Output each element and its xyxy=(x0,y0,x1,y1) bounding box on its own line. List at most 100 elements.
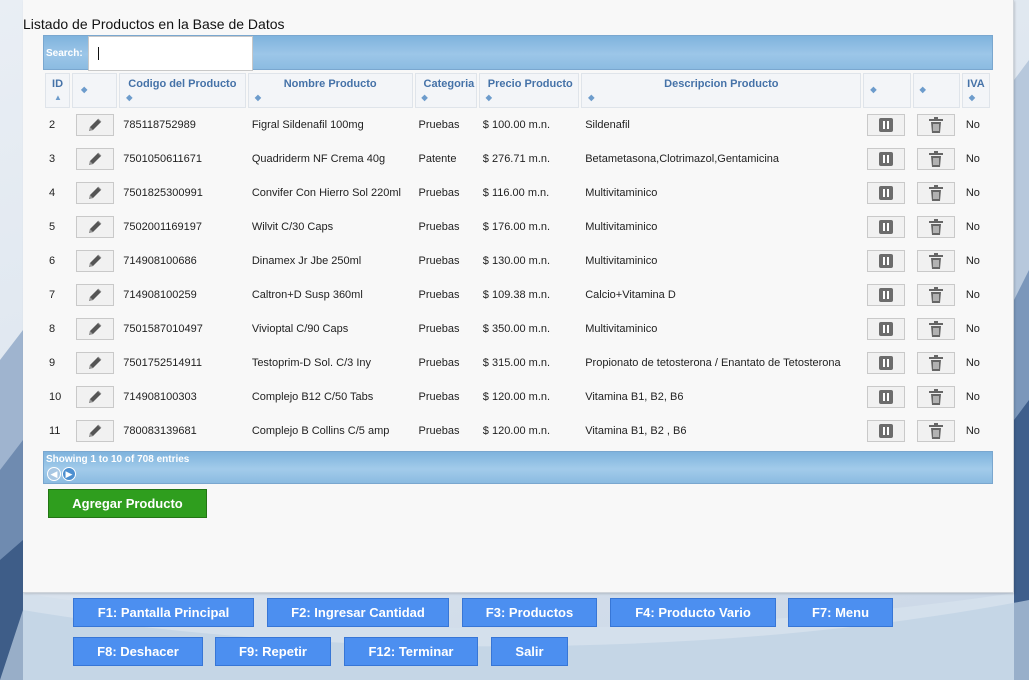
cell-id: 7 xyxy=(49,289,56,301)
pause-button[interactable] xyxy=(867,420,906,442)
cell-edit xyxy=(72,346,117,380)
cell-pause xyxy=(863,244,910,278)
edit-button[interactable] xyxy=(76,148,115,170)
sort-icon: ◆ xyxy=(254,93,261,102)
cell-nombre: Complejo B12 C/50 Tabs xyxy=(251,391,374,403)
pause-button[interactable] xyxy=(867,284,906,306)
cell-nombre: Figral Sildenafil 100mg xyxy=(251,119,364,131)
edit-button[interactable] xyxy=(76,250,115,272)
col-header-precio[interactable]: Precio Producto ◆ xyxy=(478,73,580,108)
edit-button[interactable] xyxy=(76,182,115,204)
cell-precio: $ 120.00 m.n. xyxy=(482,391,551,403)
edit-button[interactable] xyxy=(76,420,115,442)
function-key-button[interactable]: F2: Ingresar Cantidad xyxy=(267,598,449,627)
delete-button[interactable] xyxy=(916,250,955,272)
cell-edit xyxy=(72,414,117,448)
delete-button[interactable] xyxy=(916,114,955,136)
cell-nombre: Caltron+D Susp 360ml xyxy=(251,289,363,301)
function-key-button[interactable]: F3: Productos xyxy=(462,598,597,627)
pause-button[interactable] xyxy=(867,352,906,374)
sort-icon: ◆ xyxy=(485,93,492,102)
table-row: 5 7502001169197 Wilvit C/30 Caps Pruebas $ 1… xyxy=(45,210,990,244)
function-key-button[interactable]: F1: Pantalla Principal xyxy=(73,598,254,627)
delete-button[interactable] xyxy=(916,148,955,170)
col-header-iva[interactable]: IVA ◆ xyxy=(961,73,990,108)
cell-iva: No xyxy=(965,255,980,267)
delete-button[interactable] xyxy=(916,352,955,374)
cell-delete xyxy=(913,210,960,244)
cell-nombre: Complejo B Collins C/5 amp xyxy=(251,425,390,437)
pause-button[interactable] xyxy=(867,386,906,408)
col-header-edit[interactable]: ◆ xyxy=(72,73,118,108)
pause-button[interactable] xyxy=(867,216,906,238)
pause-button[interactable] xyxy=(867,182,906,204)
edit-button[interactable] xyxy=(76,114,115,136)
search-label: Search: xyxy=(46,48,83,59)
cell-pause xyxy=(863,346,910,380)
cell-delete xyxy=(913,244,960,278)
edit-button[interactable] xyxy=(76,352,115,374)
arrow-right-icon[interactable]: ▶ xyxy=(62,467,76,481)
cell-pause xyxy=(863,210,910,244)
edit-button[interactable] xyxy=(76,386,115,408)
edit-button[interactable] xyxy=(76,216,115,238)
col-header-id[interactable]: ID ▲ xyxy=(45,73,71,108)
function-key-button[interactable]: F7: Menu xyxy=(788,598,893,627)
cell-edit xyxy=(72,108,117,142)
delete-button[interactable] xyxy=(916,386,955,408)
pause-button[interactable] xyxy=(867,250,906,272)
delete-button[interactable] xyxy=(916,318,955,340)
cell-precio: $ 276.71 m.n. xyxy=(482,153,551,165)
function-key-button[interactable]: F4: Producto Vario xyxy=(610,598,776,627)
search-input[interactable] xyxy=(88,36,253,71)
cell-precio: $ 176.00 m.n. xyxy=(482,221,551,233)
cell-iva: No xyxy=(965,357,980,369)
cell-pause xyxy=(863,108,910,142)
cell-iva: No xyxy=(965,153,980,165)
pause-button[interactable] xyxy=(867,148,906,170)
cell-id: 4 xyxy=(49,187,56,199)
add-product-button[interactable]: Agregar Producto xyxy=(48,489,207,518)
table-row: 7 714908100259 Caltron+D Susp 360ml Pruebas… xyxy=(45,278,990,312)
col-header-descripcion[interactable]: Descripcion Producto ◆ xyxy=(581,73,862,108)
col-header-delete[interactable]: ◆ xyxy=(912,73,960,108)
cell-codigo: 714908100259 xyxy=(123,289,197,301)
cell-pause xyxy=(863,176,910,210)
col-header-categoria[interactable]: Categoria ◆ xyxy=(414,73,477,108)
cell-id: 6 xyxy=(49,255,56,267)
col-header-nombre[interactable]: Nombre Producto ◆ xyxy=(247,73,413,108)
table-row: 9 7501752514911 Testoprim-D Sol. C/3 Iny Pr… xyxy=(45,346,990,380)
function-key-button[interactable]: Salir xyxy=(491,637,568,666)
pause-button[interactable] xyxy=(867,114,906,136)
function-key-button[interactable]: F8: Deshacer xyxy=(73,637,203,666)
delete-button[interactable] xyxy=(916,216,955,238)
col-header-pause[interactable]: ◆ xyxy=(863,73,911,108)
edit-button[interactable] xyxy=(76,318,115,340)
cell-codigo: 7501825300991 xyxy=(123,187,203,199)
pause-button[interactable] xyxy=(867,318,906,340)
cell-id: 8 xyxy=(49,323,56,335)
cell-categoria: Pruebas xyxy=(418,255,460,267)
cell-pause xyxy=(863,380,910,414)
cell-edit xyxy=(72,244,117,278)
edit-button[interactable] xyxy=(76,284,115,306)
pause-icon xyxy=(879,390,894,404)
cell-id: 3 xyxy=(49,153,56,165)
delete-button[interactable] xyxy=(916,182,955,204)
pause-icon xyxy=(879,356,894,370)
trash-icon xyxy=(928,355,943,371)
table-row: 4 7501825300991 Convifer Con Hierro Sol 22… xyxy=(45,176,990,210)
arrow-left-icon[interactable]: ◀ xyxy=(47,467,61,481)
function-key-button[interactable]: F9: Repetir xyxy=(215,637,331,666)
trash-icon xyxy=(928,423,943,439)
cell-codigo: 780083139681 xyxy=(123,425,197,437)
cell-codigo: 714908100686 xyxy=(123,255,197,267)
table-header-row: ID ▲ ◆ Codigo del Producto ◆ Nombre Produc… xyxy=(45,73,990,108)
col-header-codigo[interactable]: Codigo del Producto ◆ xyxy=(119,73,246,108)
pause-icon xyxy=(879,254,894,268)
delete-button[interactable] xyxy=(916,284,955,306)
delete-button[interactable] xyxy=(916,420,955,442)
function-key-button[interactable]: F12: Terminar xyxy=(344,637,478,666)
pencil-icon xyxy=(89,186,102,199)
trash-icon xyxy=(928,117,943,133)
